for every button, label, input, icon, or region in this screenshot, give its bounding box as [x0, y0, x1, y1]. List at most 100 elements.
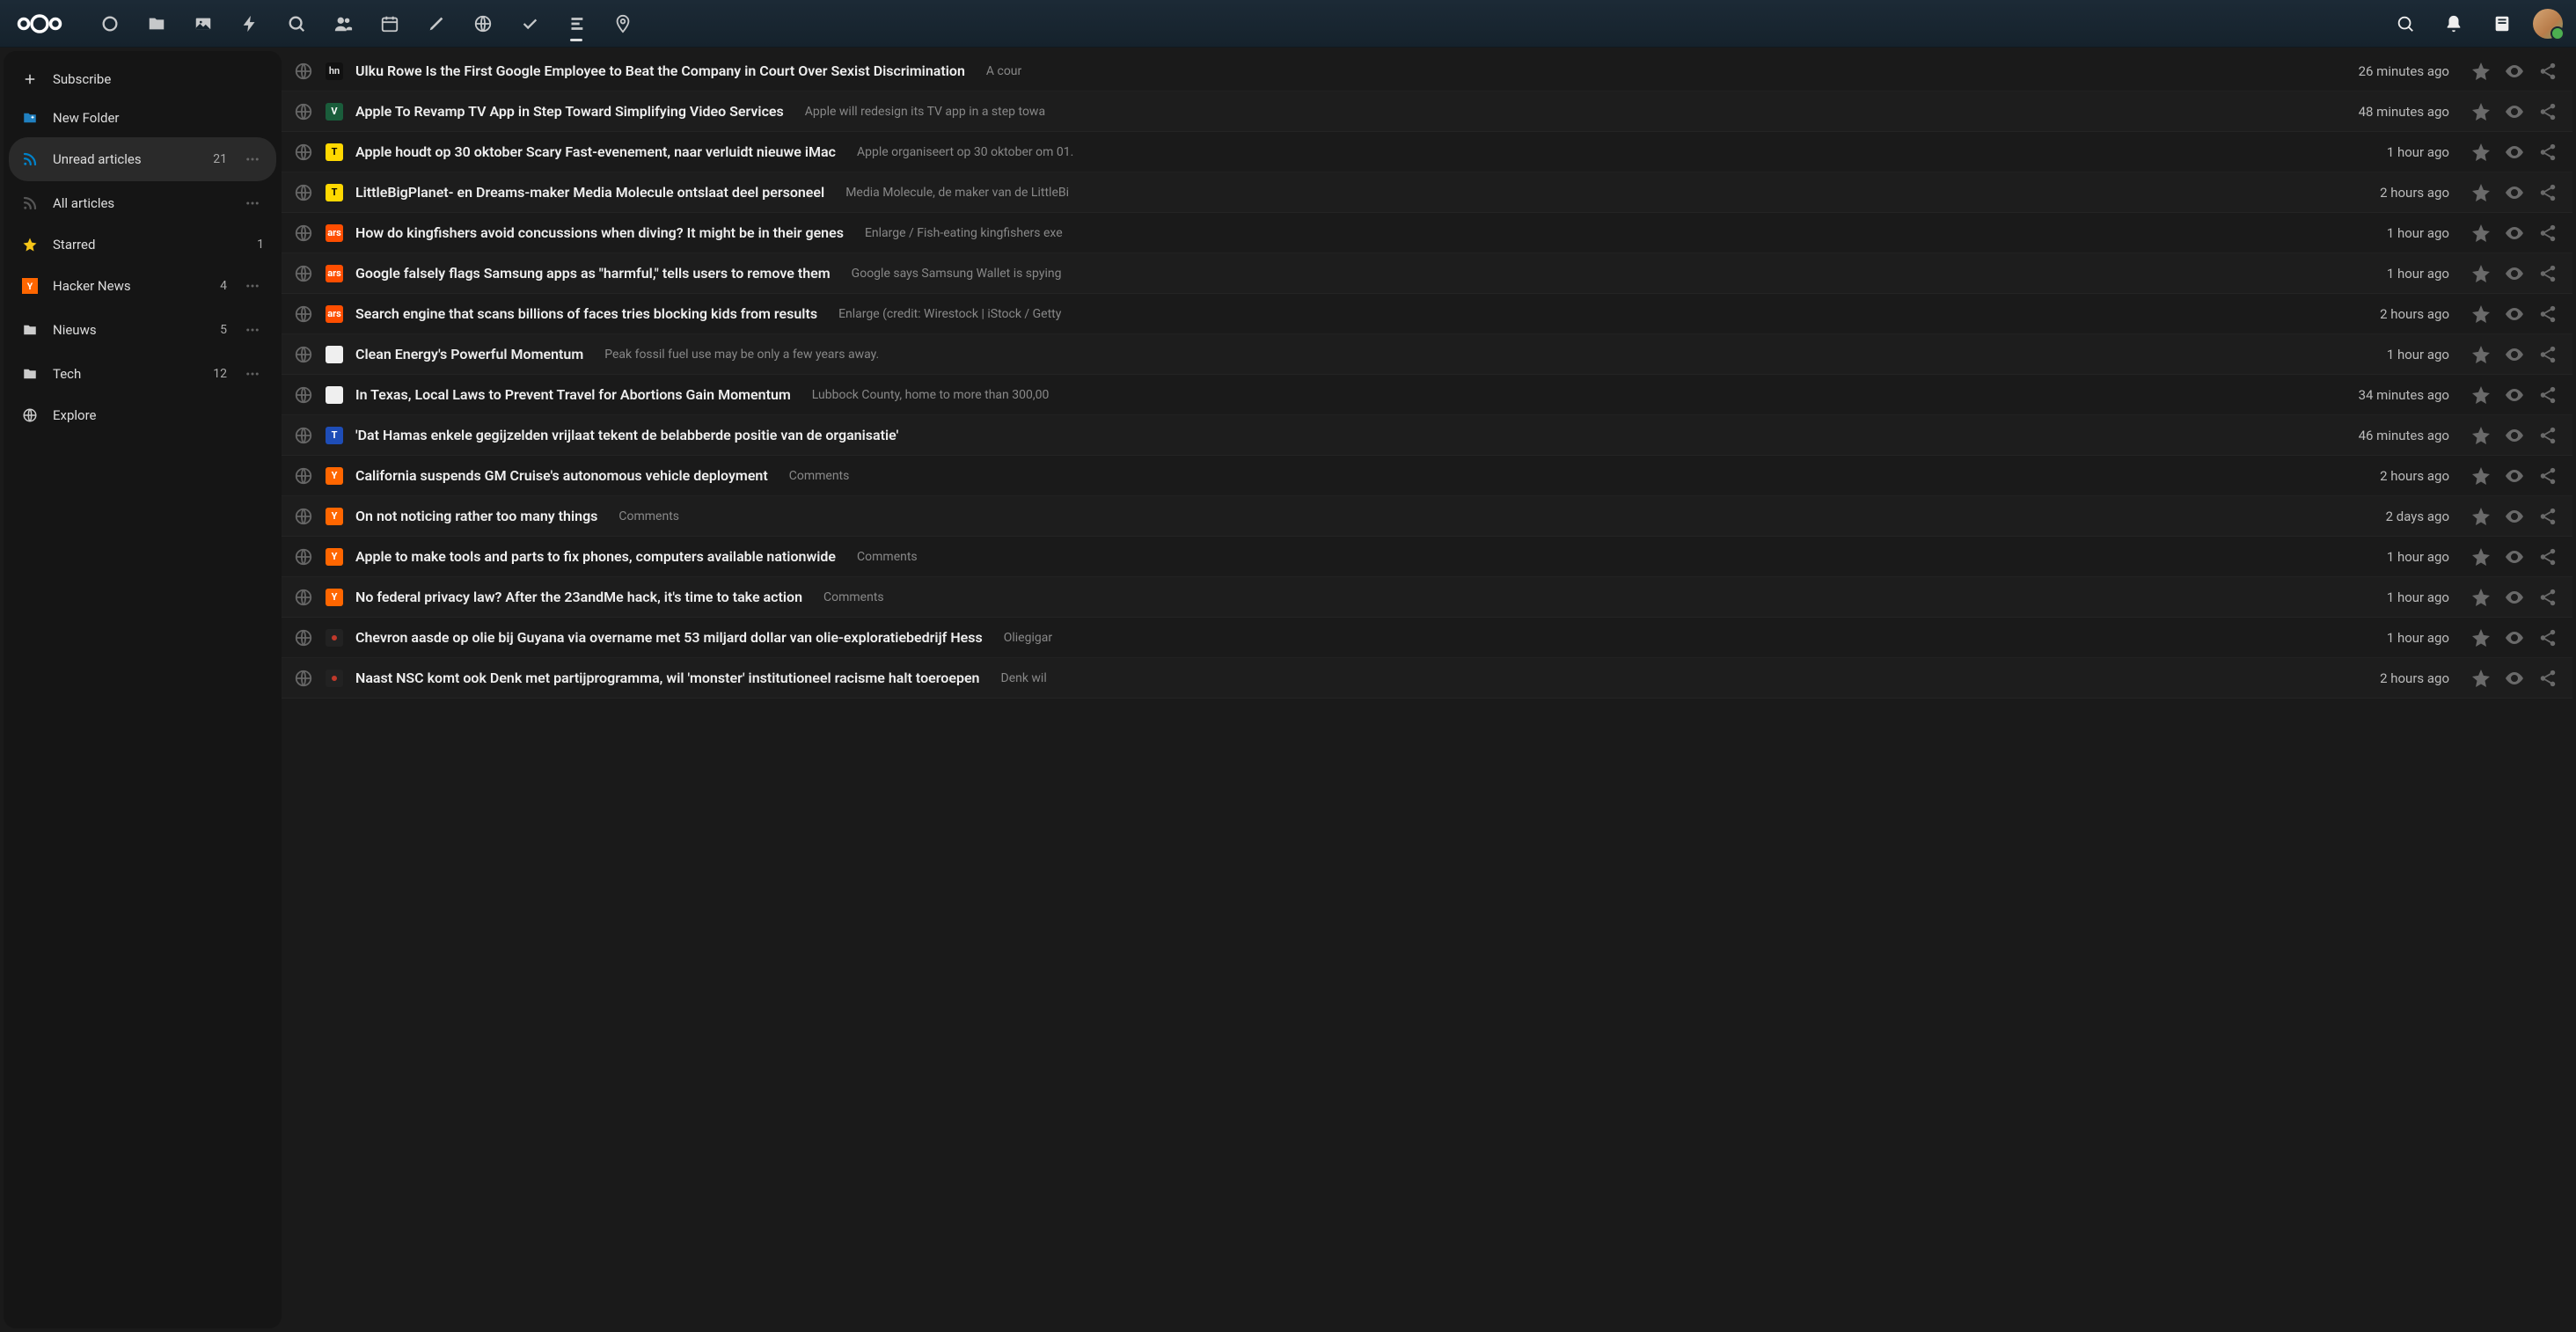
app-news[interactable] [554, 3, 598, 45]
eye-icon[interactable] [2502, 585, 2527, 610]
share-icon[interactable] [2536, 261, 2560, 286]
star-icon[interactable] [2469, 585, 2493, 610]
app-activity[interactable] [228, 3, 272, 45]
eye-icon[interactable] [2502, 666, 2527, 691]
subscribe-button[interactable]: Subscribe [9, 60, 276, 99]
sidebar-item-nieuws[interactable]: Nieuws5 [9, 308, 276, 352]
notifications-icon[interactable] [2436, 6, 2471, 41]
app-contacts[interactable] [321, 3, 365, 45]
share-icon[interactable] [2536, 383, 2560, 407]
share-icon[interactable] [2536, 302, 2560, 326]
eye-icon[interactable] [2502, 342, 2527, 367]
star-icon[interactable] [2469, 383, 2493, 407]
share-icon[interactable] [2536, 666, 2560, 691]
article-row[interactable]: YCalifornia suspends GM Cruise's autonom… [282, 456, 2572, 496]
eye-icon[interactable] [2502, 180, 2527, 205]
eye-icon[interactable] [2502, 59, 2527, 84]
star-icon[interactable] [2469, 99, 2493, 124]
more-icon[interactable] [241, 318, 264, 341]
app-search-app[interactable] [274, 3, 318, 45]
more-icon[interactable] [241, 148, 264, 171]
globe-icon [294, 669, 313, 688]
star-icon[interactable] [2469, 140, 2493, 165]
sidebar-item-tech[interactable]: Tech12 [9, 352, 276, 396]
eye-icon[interactable] [2502, 302, 2527, 326]
article-row[interactable]: arsSearch engine that scans billions of … [282, 294, 2572, 334]
share-icon[interactable] [2536, 423, 2560, 448]
sidebar-item-hn[interactable]: YHacker News4 [9, 264, 276, 308]
app-calendar[interactable] [368, 3, 412, 45]
eye-icon[interactable] [2502, 545, 2527, 569]
eye-icon[interactable] [2502, 383, 2527, 407]
star-icon[interactable] [2469, 59, 2493, 84]
article-row[interactable]: YApple to make tools and parts to fix ph… [282, 537, 2572, 577]
sidebar-item-unread[interactable]: Unread articles21 [9, 137, 276, 181]
eye-icon[interactable] [2502, 504, 2527, 529]
app-files[interactable] [135, 3, 179, 45]
more-icon[interactable] [241, 274, 264, 297]
app-maps[interactable] [601, 3, 645, 45]
article-time: 2 hours ago [2380, 468, 2449, 484]
share-icon[interactable] [2536, 545, 2560, 569]
eye-icon[interactable] [2502, 140, 2527, 165]
star-icon[interactable] [2469, 342, 2493, 367]
sidebar-item-all[interactable]: All articles [9, 181, 276, 225]
feed-favicon: Y [326, 508, 343, 525]
star-icon[interactable] [2469, 666, 2493, 691]
more-icon[interactable] [241, 192, 264, 215]
star-icon[interactable] [2469, 423, 2493, 448]
article-row[interactable]: Clean Energy's Powerful MomentumPeak fos… [282, 334, 2572, 375]
eye-icon[interactable] [2502, 99, 2527, 124]
article-row[interactable]: arsHow do kingfishers avoid concussions … [282, 213, 2572, 253]
app-notes[interactable] [414, 3, 458, 45]
star-icon[interactable] [2469, 464, 2493, 488]
app-dashboard[interactable] [88, 3, 132, 45]
article-row[interactable]: arsGoogle falsely flags Samsung apps as … [282, 253, 2572, 294]
nextcloud-logo[interactable] [13, 11, 66, 37]
share-icon[interactable] [2536, 342, 2560, 367]
star-icon[interactable] [2469, 261, 2493, 286]
article-row[interactable]: VApple To Revamp TV App in Step Toward S… [282, 91, 2572, 132]
eye-icon[interactable] [2502, 261, 2527, 286]
article-row[interactable]: TLittleBigPlanet- en Dreams-maker Media … [282, 172, 2572, 213]
article-row[interactable]: Naast NSC komt ook Denk met partijprogra… [282, 658, 2572, 699]
sidebar-item-explore[interactable]: Explore [9, 396, 276, 435]
article-row[interactable]: Chevron aasde op olie bij Guyana via ove… [282, 618, 2572, 658]
share-icon[interactable] [2536, 464, 2560, 488]
share-icon[interactable] [2536, 585, 2560, 610]
star-icon[interactable] [2469, 626, 2493, 650]
more-icon[interactable] [241, 362, 264, 385]
star-icon[interactable] [2469, 180, 2493, 205]
app-tasks[interactable] [508, 3, 552, 45]
new-folder-icon [21, 109, 39, 127]
star-icon[interactable] [2469, 504, 2493, 529]
eye-icon[interactable] [2502, 626, 2527, 650]
share-icon[interactable] [2536, 99, 2560, 124]
share-icon[interactable] [2536, 59, 2560, 84]
new-folder-button[interactable]: New Folder [9, 99, 276, 137]
eye-icon[interactable] [2502, 423, 2527, 448]
article-row[interactable]: YNo federal privacy law? After the 23and… [282, 577, 2572, 618]
star-icon[interactable] [2469, 221, 2493, 245]
app-photos[interactable] [181, 3, 225, 45]
share-icon[interactable] [2536, 221, 2560, 245]
article-row[interactable]: In Texas, Local Laws to Prevent Travel f… [282, 375, 2572, 415]
star-icon[interactable] [2469, 545, 2493, 569]
article-row[interactable]: TApple houdt op 30 oktober Scary Fast-ev… [282, 132, 2572, 172]
article-row[interactable]: hnUlku Rowe Is the First Google Employee… [282, 51, 2572, 91]
user-avatar[interactable] [2533, 9, 2563, 39]
eye-icon[interactable] [2502, 221, 2527, 245]
article-actions [2469, 221, 2560, 245]
article-row[interactable]: T'Dat Hamas enkele gegijzelden vrijlaat … [282, 415, 2572, 456]
sidebar-item-starred[interactable]: Starred1 [9, 225, 276, 264]
unified-search-icon[interactable] [2388, 6, 2423, 41]
share-icon[interactable] [2536, 180, 2560, 205]
contacts-menu-icon[interactable] [2485, 6, 2520, 41]
app-world[interactable] [461, 3, 505, 45]
article-row[interactable]: YOn not noticing rather too many thingsC… [282, 496, 2572, 537]
share-icon[interactable] [2536, 140, 2560, 165]
star-icon[interactable] [2469, 302, 2493, 326]
eye-icon[interactable] [2502, 464, 2527, 488]
share-icon[interactable] [2536, 626, 2560, 650]
share-icon[interactable] [2536, 504, 2560, 529]
